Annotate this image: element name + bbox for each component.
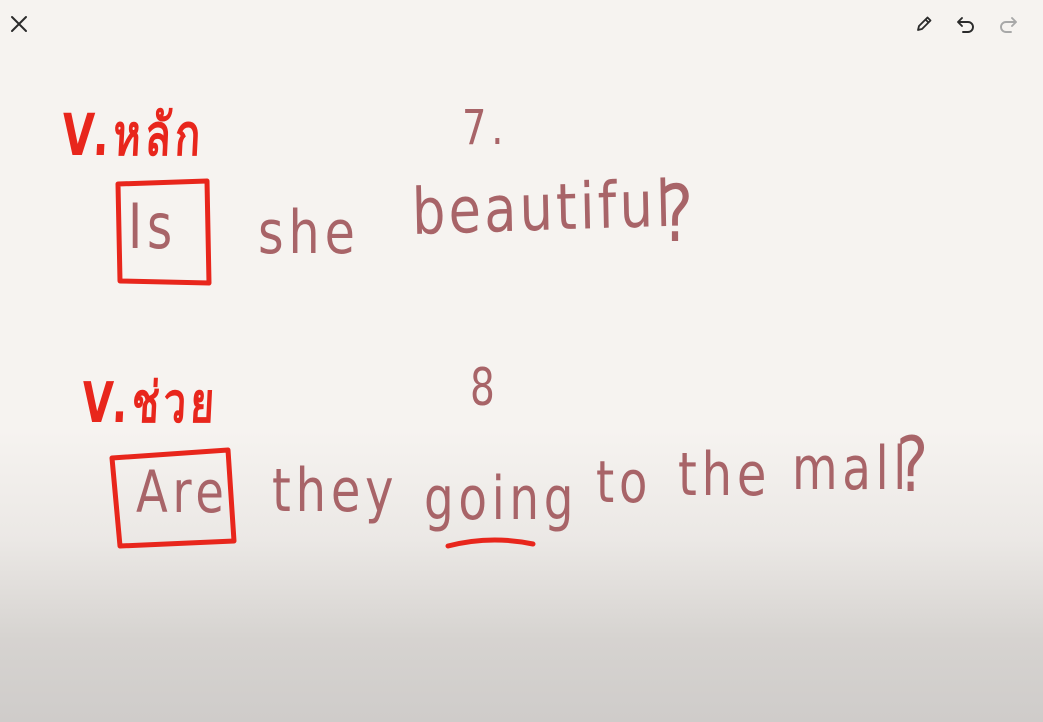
helping-verb-label: V.ช่วย bbox=[80, 371, 221, 436]
question-number-7: 7. bbox=[462, 100, 509, 156]
question-number-8: 8 bbox=[470, 358, 500, 418]
word-is: Is bbox=[128, 190, 177, 263]
underline-going bbox=[445, 537, 536, 549]
question-mark-2: ? bbox=[896, 420, 934, 509]
word-the: the bbox=[678, 440, 772, 510]
whiteboard-canvas[interactable]: V.หลัก 7. Is she beautiful ? V.ช่วย 8 Ar… bbox=[0, 0, 1043, 722]
word-going: going bbox=[424, 464, 579, 534]
word-she: she bbox=[258, 198, 360, 268]
word-are: Are bbox=[136, 458, 229, 526]
word-mall: mall bbox=[792, 434, 911, 504]
main-verb-label: V.หลัก bbox=[60, 101, 207, 169]
word-they: they bbox=[272, 456, 399, 526]
word-to: to bbox=[596, 448, 653, 516]
word-beautiful: beautiful bbox=[411, 167, 675, 250]
question-mark-1: ? bbox=[660, 170, 698, 260]
